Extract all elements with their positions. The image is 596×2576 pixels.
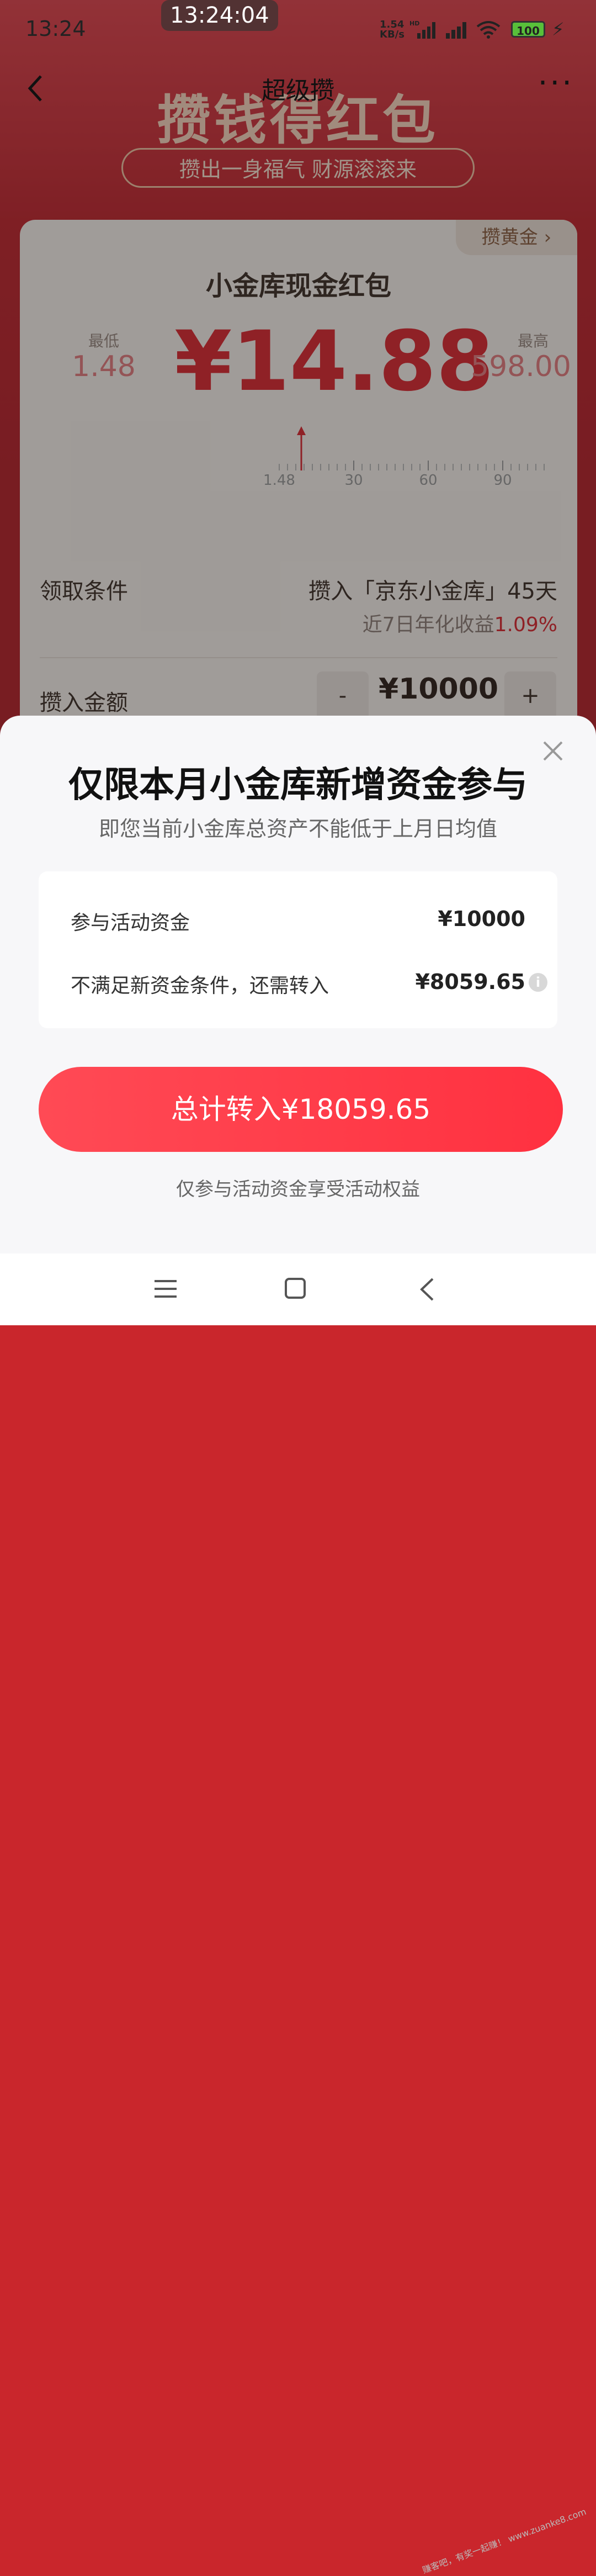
- svg-text:HD: HD: [409, 20, 419, 27]
- charging-icon: ⚡: [552, 19, 565, 40]
- sheet-subtitle: 即您当前小金库总资产不能低于上月日均值: [98, 817, 497, 841]
- system-nav-bar: 赚客吧，有奖一起赚！ www.zuanke8.com: [0, 1253, 596, 2575]
- signal-hd-icon: HD: [409, 20, 435, 39]
- network-speed: 1.54 KB/s: [380, 20, 405, 40]
- watermark: 赚客吧，有奖一起赚！ www.zuanke8.com: [421, 2506, 588, 2576]
- participating-funds-value: ¥10000: [438, 907, 525, 931]
- signal-icon: [446, 22, 466, 39]
- home-icon[interactable]: [285, 1278, 306, 1299]
- recent-apps-icon[interactable]: [155, 1279, 177, 1299]
- system-back-icon[interactable]: [416, 1276, 438, 1303]
- sheet-title: 仅限本月小金库新增资金参与: [68, 765, 528, 806]
- network-speed-unit: KB/s: [380, 29, 405, 40]
- total-transfer-button[interactable]: 总计转入¥18059.65: [39, 1067, 563, 1152]
- top-nav: 超级攒 ···: [0, 61, 596, 118]
- bottom-sheet: 仅限本月小金库新增资金参与 即您当前小金库总资产不能低于上月日均值 参与活动资金…: [0, 716, 596, 1253]
- fund-summary: 参与活动资金 ¥10000 不满足新资金条件，还需转入 ¥8059.65 i: [39, 871, 557, 1028]
- page-title: 超级攒: [262, 77, 334, 105]
- more-icon[interactable]: ···: [538, 65, 574, 101]
- status-bar: 13:24 13:24:04 1.54 KB/s HD 100 ⚡: [0, 0, 596, 61]
- required-transfer-label: 不满足新资金条件，还需转入: [71, 975, 329, 997]
- clock-overlay: 13:24:04: [161, 0, 278, 31]
- required-transfer-value: ¥8059.65: [415, 970, 525, 994]
- info-icon[interactable]: i: [529, 973, 547, 992]
- participating-funds-label: 参与活动资金: [71, 912, 190, 934]
- footnote: 仅参与活动资金享受活动权益: [176, 1178, 420, 1200]
- status-time: 13:24: [25, 17, 86, 41]
- battery-icon: 100: [511, 21, 545, 38]
- wifi-icon: [476, 21, 501, 39]
